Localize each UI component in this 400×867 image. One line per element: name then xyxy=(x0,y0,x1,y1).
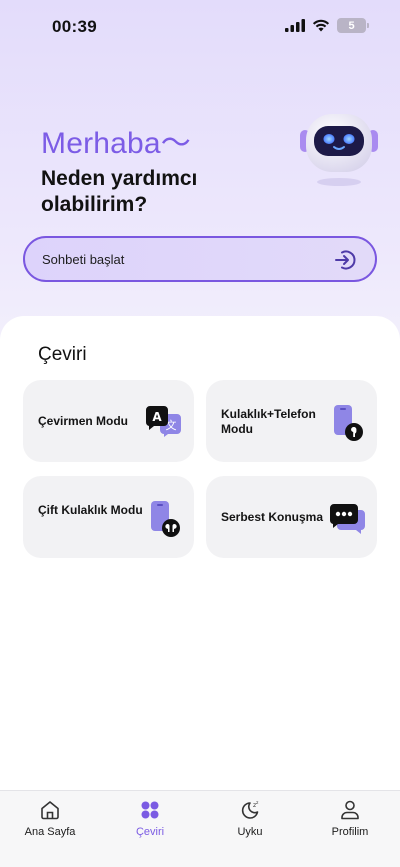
status-time: 00:39 xyxy=(52,17,97,36)
mode-label: Çift Kulaklık Modu xyxy=(38,503,143,517)
nav-item-home[interactable]: Ana Sayfa xyxy=(0,791,100,851)
user-icon xyxy=(341,800,359,820)
translate-section-title: Çeviri xyxy=(38,344,87,365)
nav-label-sleep: Uyku xyxy=(237,826,263,838)
greeting-title: Merhaba～ xyxy=(41,127,192,160)
grid-icon xyxy=(141,801,159,819)
bottom-nav: Ana Sayfa Çeviri z z Uyku Profilim xyxy=(0,790,400,867)
arrow-right-circle-icon xyxy=(335,250,356,270)
battery-level: 5 xyxy=(348,19,355,32)
phone-earbud-icon xyxy=(334,405,363,441)
home-icon xyxy=(41,801,59,820)
earphone-phone-mode-card[interactable]: Kulaklık+Telefon Modu xyxy=(206,380,377,462)
start-chat-button[interactable]: Sohbeti başlat xyxy=(23,236,377,282)
svg-text:z: z xyxy=(256,801,259,806)
nav-item-sleep[interactable]: z z Uyku xyxy=(200,791,300,851)
nav-label-translate: Çeviri xyxy=(135,826,165,838)
nav-item-profile[interactable]: Profilim xyxy=(300,791,400,851)
moon-icon: z z xyxy=(241,801,259,819)
translate-panel: Çeviri Çevirmen Modu 文 A Kulaklık+Telefo… xyxy=(0,316,400,798)
nav-label-home: Ana Sayfa xyxy=(24,826,76,838)
chat-bubbles-icon xyxy=(329,504,365,534)
signal-icon xyxy=(285,19,305,32)
status-bar: 00:39 5 xyxy=(0,0,400,54)
battery-icon: 5 xyxy=(337,18,369,33)
mode-label: Çevirmen Modu xyxy=(38,414,129,428)
translator-mode-card[interactable]: Çevirmen Modu 文 A xyxy=(23,380,194,462)
status-icons: 5 xyxy=(285,18,369,33)
phone-earbuds-icon xyxy=(151,501,180,537)
free-talk-mode-card[interactable]: Serbest Konuşma xyxy=(206,476,377,558)
robot-mascot-icon xyxy=(300,114,378,186)
mode-label: Serbest Konuşma xyxy=(221,510,324,524)
nav-label-profile: Profilim xyxy=(331,826,369,838)
wifi-icon xyxy=(312,19,330,32)
svg-text:A: A xyxy=(152,410,162,424)
nav-item-translate[interactable]: Çeviri xyxy=(100,791,200,851)
mode-label: Kulaklık+Telefon Modu xyxy=(221,407,316,436)
dual-earphone-mode-card[interactable]: Çift Kulaklık Modu xyxy=(23,476,194,558)
translate-bubbles-icon: 文 A xyxy=(145,406,181,437)
start-chat-label: Sohbeti başlat xyxy=(42,251,125,267)
greeting-subtitle: Neden yardımcı olabilirim? xyxy=(41,167,198,216)
